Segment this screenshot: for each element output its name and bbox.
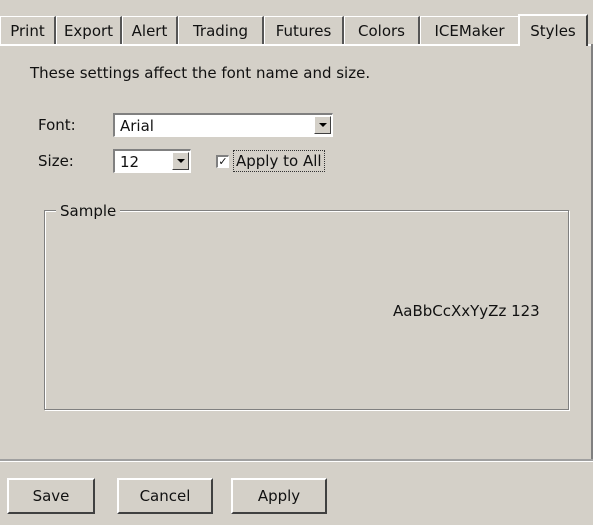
apply-to-all-label[interactable]: Apply to All	[233, 150, 325, 172]
apply-to-all-option[interactable]: ✓ Apply to All	[216, 149, 325, 173]
tab-trading[interactable]: Trading	[178, 16, 264, 44]
font-label: Font:	[38, 116, 76, 134]
font-dropdown[interactable]: Arial	[113, 113, 333, 137]
tab-panel-border	[0, 44, 593, 46]
chevron-down-icon	[318, 123, 327, 127]
size-dropdown-value: 12	[120, 153, 140, 171]
font-dropdown-button[interactable]	[314, 116, 331, 134]
apply-button[interactable]: Apply	[231, 478, 327, 514]
tab-strip: Print Export Alert Trading Futures Color…	[0, 14, 593, 46]
save-button[interactable]: Save	[7, 478, 95, 514]
tab-colors[interactable]: Colors	[344, 16, 420, 44]
tab-futures[interactable]: Futures	[264, 16, 344, 44]
chevron-down-icon	[176, 159, 185, 163]
tab-styles[interactable]: Styles	[518, 14, 588, 46]
checkmark-icon: ✓	[218, 155, 228, 168]
tab-alert[interactable]: Alert	[122, 16, 178, 44]
tab-icemaker[interactable]: ICEMaker	[420, 16, 520, 44]
font-dropdown-value: Arial	[120, 117, 154, 135]
apply-to-all-checkbox[interactable]: ✓	[216, 154, 229, 168]
cancel-button[interactable]: Cancel	[117, 478, 213, 514]
size-dropdown[interactable]: 12	[113, 149, 191, 173]
sample-groupbox-title: Sample	[56, 202, 121, 220]
size-dropdown-button[interactable]	[172, 152, 189, 170]
tab-print[interactable]: Print	[0, 16, 56, 44]
sample-preview-text: AaBbCcXxYyZz 123	[393, 302, 540, 320]
size-label: Size:	[38, 152, 74, 170]
styles-description: These settings affect the font name and …	[30, 64, 371, 82]
footer-divider-highlight	[0, 461, 593, 462]
tab-export[interactable]: Export	[56, 16, 122, 44]
